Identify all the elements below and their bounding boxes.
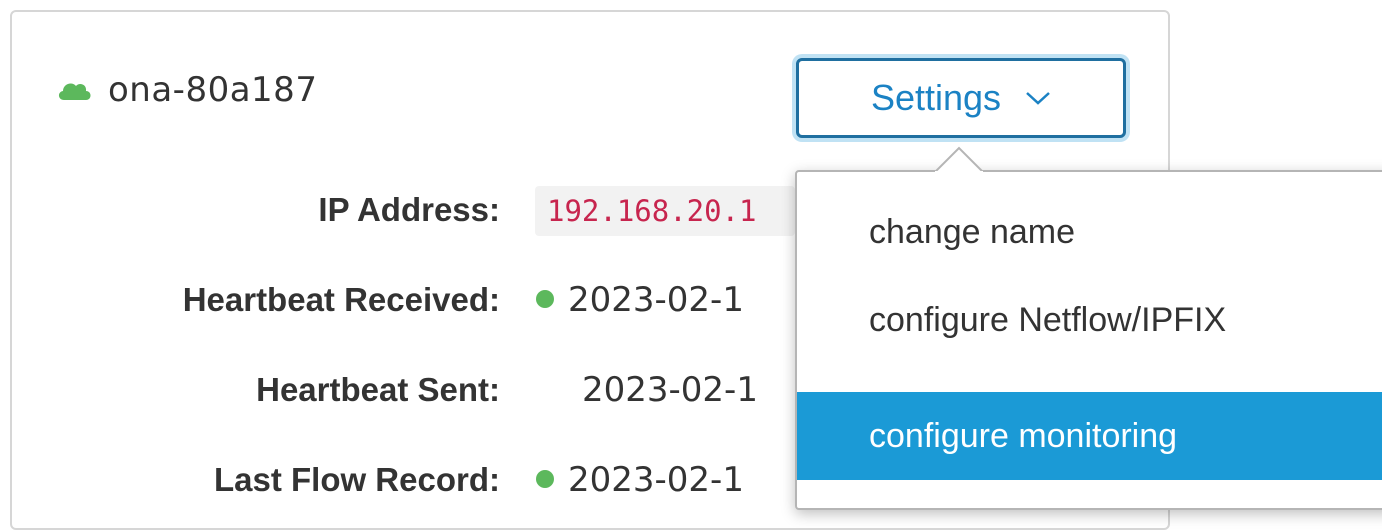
last-flow-value-wrap: 2023-02-1 xyxy=(536,460,744,500)
settings-dropdown-button[interactable]: Settings xyxy=(796,58,1126,138)
menu-item-change-name[interactable]: change name xyxy=(797,188,1382,276)
menu-caret xyxy=(935,146,983,174)
settings-menu: change name configure Netflow/IPFIX conf… xyxy=(795,170,1382,510)
heartbeat-sent-label: Heartbeat Sent: xyxy=(256,371,500,408)
heartbeat-sent-value: 2023-02-1 xyxy=(582,370,758,410)
heartbeat-received-label: Heartbeat Received: xyxy=(182,281,500,318)
status-dot-icon xyxy=(536,289,554,308)
last-flow-value: 2023-02-1 xyxy=(568,460,744,500)
ip-address-value: 192.168.20.1 xyxy=(535,186,795,236)
sensor-header: ona-80a187 xyxy=(56,70,317,110)
last-flow-label: Last Flow Record: xyxy=(213,461,500,498)
cloud-icon xyxy=(58,83,91,100)
chevron-down-icon xyxy=(1026,92,1050,105)
heartbeat-received-value-wrap: 2023-02-1 xyxy=(536,280,744,320)
heartbeat-received-value: 2023-02-1 xyxy=(568,280,744,320)
status-dot-icon xyxy=(536,469,554,488)
sensor-name: ona-80a187 xyxy=(108,70,318,110)
menu-item-configure-monitoring[interactable]: configure monitoring xyxy=(797,392,1382,480)
menu-item-configure-netflow[interactable]: configure Netflow/IPFIX xyxy=(797,276,1382,364)
settings-label: Settings xyxy=(870,77,1002,118)
ip-address-label: IP Address: xyxy=(318,191,500,228)
